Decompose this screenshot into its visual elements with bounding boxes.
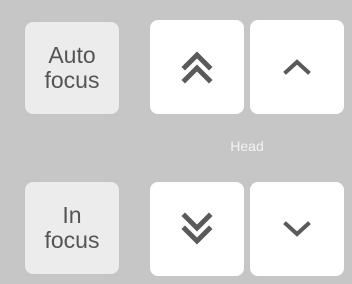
head-down-button[interactable] bbox=[250, 182, 344, 276]
auto-focus-label: Auto focus bbox=[44, 42, 100, 93]
focus-head-control-panel: Auto focus Head In focus bbox=[0, 0, 352, 284]
in-focus-label: In focus bbox=[44, 202, 100, 253]
head-fast-down-button[interactable] bbox=[150, 182, 244, 276]
head-label: Head bbox=[230, 138, 264, 154]
head-fast-up-button[interactable] bbox=[150, 20, 244, 114]
auto-focus-button[interactable]: Auto focus bbox=[25, 22, 119, 114]
double-chevron-up-icon bbox=[177, 47, 217, 87]
double-chevron-down-icon bbox=[177, 209, 217, 249]
in-focus-button[interactable]: In focus bbox=[25, 182, 119, 274]
chevron-down-icon bbox=[280, 218, 314, 240]
chevron-up-icon bbox=[280, 56, 314, 78]
head-up-button[interactable] bbox=[250, 20, 344, 114]
